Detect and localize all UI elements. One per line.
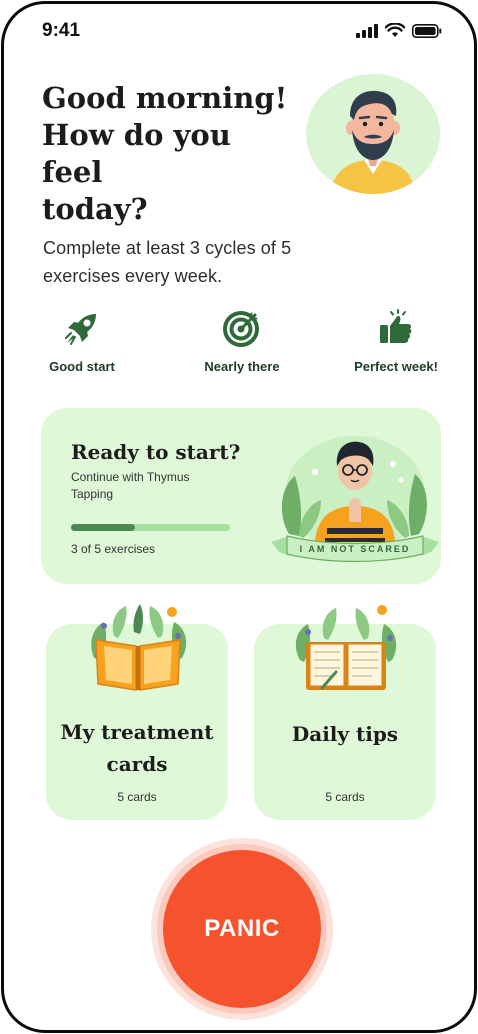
exercise-progress-text: 3 of 5 exercises: [71, 542, 156, 556]
greeting-heading: Good morning! How do you feel today?: [42, 80, 292, 228]
ready-card-title: Ready to start?: [71, 440, 241, 464]
open-book-icon: [91, 604, 187, 691]
phone-frame: 9:41 Good morning! How do you feel today…: [1, 1, 477, 1033]
thumbs-up-icon: [380, 309, 412, 343]
wifi-icon: [385, 23, 405, 37]
battery-icon: [412, 23, 442, 38]
rocket-icon: [65, 314, 96, 345]
achievement-label: Nearly there: [204, 359, 280, 374]
cellular-signal-icon: [356, 23, 378, 38]
weekly-goal-text: Complete at least 3 cycles of 5 exercise…: [43, 238, 292, 286]
tile-title: Daily tips: [291, 722, 399, 746]
exercise-progress-bar: [71, 524, 230, 531]
target-icon: [223, 311, 259, 347]
achievement-perfect-week[interactable]: Perfect week!: [336, 306, 456, 374]
exercise-progress-fill: [71, 524, 135, 531]
achievement-good-start[interactable]: Good start: [22, 306, 142, 374]
tile-title: My treatment cards: [46, 716, 228, 780]
greeting-line-2: How do you feel: [42, 118, 231, 189]
greeting-line-3: today?: [42, 192, 148, 226]
banner-text: I AM NOT SCARED: [300, 544, 411, 554]
treatment-cards-tile[interactable]: My treatment cards 5 cards: [46, 604, 228, 820]
continue-exercise-card[interactable]: Ready to start? Continue with Thymus Tap…: [41, 408, 441, 584]
tile-title-line-2: cards: [106, 752, 168, 776]
ready-card-subtitle: Continue with Thymus Tapping: [71, 470, 190, 501]
tile-card-count: 5 cards: [325, 790, 365, 804]
achievement-label: Good start: [49, 359, 115, 374]
avatar[interactable]: [306, 74, 440, 194]
achievement-nearly-there[interactable]: Nearly there: [182, 306, 302, 374]
tile-title-line-1: My treatment: [60, 720, 214, 744]
not-scared-illustration: I AM NOT SCARED: [271, 436, 439, 563]
notebook-icon: [295, 605, 397, 690]
panic-button[interactable]: PANIC: [163, 850, 321, 1008]
tile-card-count: 5 cards: [117, 790, 157, 804]
status-icons: [356, 23, 442, 38]
user-avatar-illustration: [330, 90, 416, 194]
daily-tips-tile[interactable]: Daily tips 5 cards: [254, 605, 436, 820]
achievement-label: Perfect week!: [354, 359, 438, 374]
greeting-line-1: Good morning!: [42, 81, 288, 115]
status-time: 9:41: [42, 20, 81, 41]
status-bar: 9:41: [4, 4, 474, 58]
